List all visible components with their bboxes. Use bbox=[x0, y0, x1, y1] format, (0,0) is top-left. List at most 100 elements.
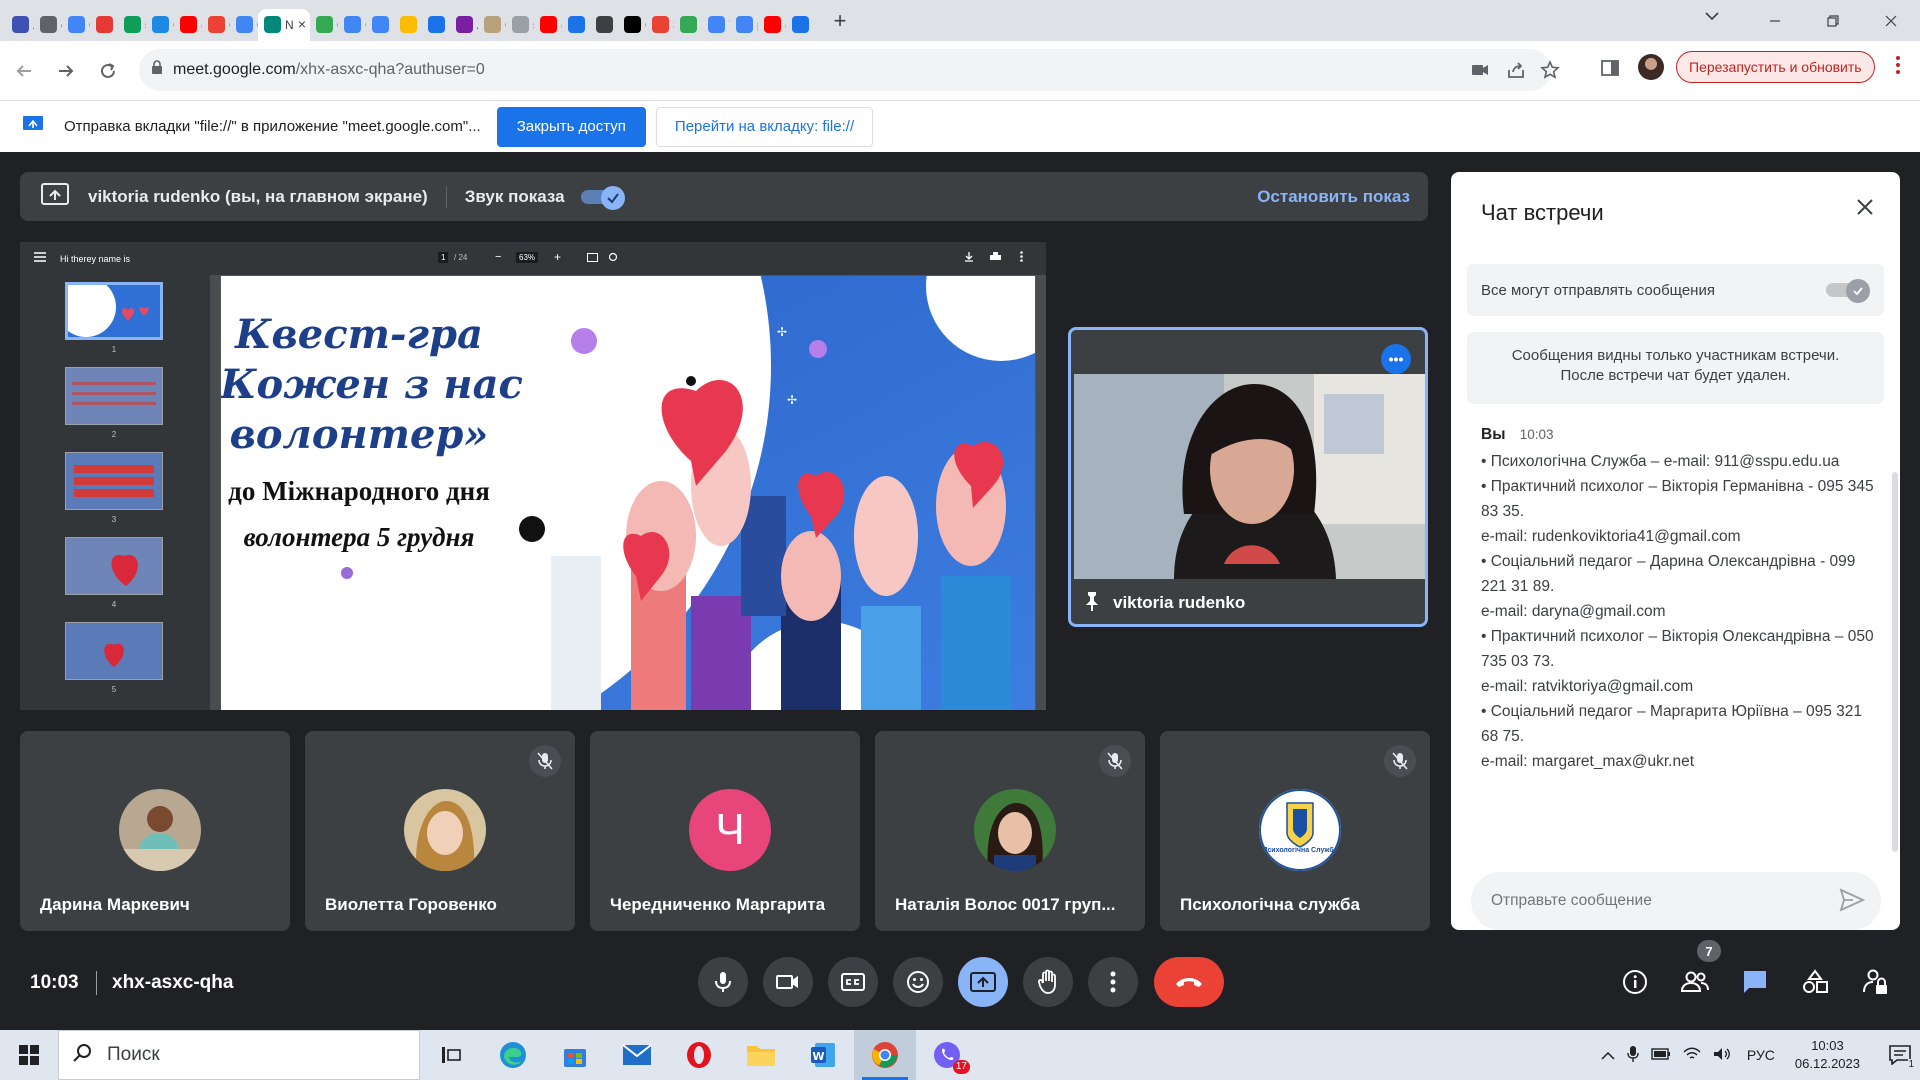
file-explorer-icon[interactable] bbox=[730, 1030, 792, 1080]
pdf-menu-icon[interactable] bbox=[34, 252, 46, 265]
browser-tab[interactable]: F bbox=[394, 9, 422, 41]
camera-button[interactable] bbox=[763, 957, 813, 1007]
browser-tab[interactable]: H bbox=[786, 9, 814, 41]
participant-tile[interactable]: Дарина Маркевич bbox=[20, 731, 290, 931]
fit-page-icon[interactable] bbox=[587, 253, 598, 265]
zoom-out-icon[interactable]: − bbox=[495, 251, 501, 263]
browser-tab[interactable]: Г bbox=[562, 9, 590, 41]
viber-icon[interactable]: 17 bbox=[916, 1030, 978, 1080]
participant-tile[interactable]: Наталія Волос 0017 груп... bbox=[875, 731, 1145, 931]
thumbnail-page-4[interactable] bbox=[65, 537, 163, 595]
stop-presenting-button[interactable]: Остановить показ bbox=[1257, 187, 1410, 207]
send-icon[interactable] bbox=[1839, 888, 1866, 917]
volume-icon[interactable] bbox=[1713, 1047, 1731, 1064]
browser-tab[interactable]: K bbox=[366, 9, 394, 41]
browser-tab[interactable]: N × bbox=[258, 8, 310, 41]
share-audio-toggle[interactable] bbox=[580, 185, 625, 210]
message-input[interactable] bbox=[1491, 892, 1831, 910]
more-options-icon[interactable]: ••• bbox=[1381, 344, 1411, 374]
participant-tile[interactable]: Ч Чередниченко Маргарита bbox=[590, 731, 860, 931]
thumbnail-page-1[interactable] bbox=[56, 277, 163, 340]
browser-tab[interactable]: 7 bbox=[702, 9, 730, 41]
browser-tab[interactable]: ( bbox=[534, 9, 562, 41]
chevron-up-icon[interactable] bbox=[1601, 1047, 1615, 1063]
browser-menu-icon[interactable] bbox=[1896, 56, 1900, 78]
activities-button[interactable] bbox=[1797, 964, 1833, 1000]
browser-tab[interactable]: C bbox=[618, 9, 646, 41]
browser-tab[interactable]: B bbox=[674, 9, 702, 41]
side-panel-icon[interactable] bbox=[1600, 58, 1620, 83]
host-controls-button[interactable] bbox=[1857, 964, 1893, 1000]
wifi-icon[interactable] bbox=[1683, 1047, 1701, 1064]
relaunch-button[interactable]: Перезапустить и обновить bbox=[1676, 51, 1875, 83]
permission-toggle[interactable] bbox=[1826, 279, 1870, 303]
browser-tab[interactable]: K bbox=[90, 9, 118, 41]
raise-hand-button[interactable] bbox=[1023, 957, 1073, 1007]
browser-tab[interactable]: 3 bbox=[646, 9, 674, 41]
browser-tab[interactable]: C bbox=[230, 9, 258, 41]
zoom-in-icon[interactable]: + bbox=[554, 250, 561, 264]
message-composer[interactable] bbox=[1471, 872, 1881, 930]
restore-button[interactable] bbox=[1804, 0, 1862, 41]
pdf-scrollbar[interactable] bbox=[210, 275, 220, 710]
thumbnail-page-2[interactable] bbox=[65, 367, 163, 425]
opera-icon[interactable] bbox=[668, 1030, 730, 1080]
browser-tab[interactable]: C bbox=[310, 9, 338, 41]
thumbnail-page-5[interactable] bbox=[65, 622, 163, 680]
word-icon[interactable]: W bbox=[792, 1030, 854, 1080]
browser-tab[interactable]: ( bbox=[174, 9, 202, 41]
browser-tab[interactable]: p bbox=[730, 9, 758, 41]
browser-tab[interactable]: C bbox=[62, 9, 90, 41]
participant-tile[interactable]: Виолетта Горовенко bbox=[305, 731, 575, 931]
address-bar[interactable]: meet.google.com/xhx-asxc-qha?authuser=0 bbox=[139, 49, 1560, 91]
browser-tab[interactable]: C bbox=[338, 9, 366, 41]
more-options-button[interactable] bbox=[1088, 957, 1138, 1007]
chrome-icon[interactable] bbox=[854, 1030, 916, 1080]
browser-tab[interactable]: Z bbox=[6, 9, 34, 41]
people-button[interactable] bbox=[1677, 964, 1713, 1000]
minimize-button[interactable] bbox=[1746, 0, 1804, 41]
download-icon[interactable] bbox=[964, 252, 974, 265]
present-button[interactable] bbox=[958, 957, 1008, 1007]
pdf-zoom-input[interactable]: 63% bbox=[516, 252, 539, 263]
mail-icon[interactable] bbox=[606, 1030, 668, 1080]
microphone-icon[interactable] bbox=[1627, 1045, 1639, 1066]
rotate-icon[interactable] bbox=[608, 252, 618, 265]
taskbar-search[interactable]: Поиск bbox=[58, 1030, 420, 1080]
browser-tab[interactable]: A bbox=[450, 9, 478, 41]
browser-tab[interactable]: E bbox=[590, 9, 618, 41]
participant-tile[interactable]: Психологічна Служба Психологічна служба bbox=[1160, 731, 1430, 931]
browser-tab[interactable]: C bbox=[146, 9, 174, 41]
browser-tab[interactable]: s bbox=[118, 9, 146, 41]
browser-tab[interactable]: s bbox=[506, 9, 534, 41]
chat-scrollbar[interactable] bbox=[1892, 472, 1898, 852]
close-tab-icon[interactable]: × bbox=[298, 16, 306, 32]
bookmark-star-icon[interactable] bbox=[1540, 59, 1560, 85]
browser-tab[interactable]: ( bbox=[758, 9, 786, 41]
thumbnail-page-3[interactable] bbox=[65, 452, 163, 510]
battery-icon[interactable] bbox=[1651, 1047, 1671, 1063]
start-button[interactable] bbox=[0, 1030, 58, 1080]
close-window-button[interactable] bbox=[1862, 0, 1920, 41]
presenter-tile[interactable]: ••• viktoria rudenko bbox=[1068, 327, 1428, 627]
print-icon[interactable] bbox=[990, 252, 1001, 265]
captions-button[interactable] bbox=[828, 957, 878, 1007]
browser-tab[interactable]: C bbox=[478, 9, 506, 41]
notifications-icon[interactable]: 1 bbox=[1880, 1030, 1920, 1080]
share-icon[interactable] bbox=[1506, 60, 1526, 85]
edge-icon[interactable] bbox=[482, 1030, 544, 1080]
back-button[interactable] bbox=[6, 53, 42, 89]
go-to-tab-button[interactable]: Перейти на вкладку: file:// bbox=[655, 106, 874, 147]
browser-tab[interactable]: e bbox=[34, 9, 62, 41]
meeting-details-button[interactable] bbox=[1617, 964, 1653, 1000]
pdf-more-icon[interactable] bbox=[1020, 251, 1023, 265]
forward-button[interactable] bbox=[48, 53, 84, 89]
new-tab-button[interactable]: + bbox=[826, 8, 854, 34]
reactions-button[interactable] bbox=[893, 957, 943, 1007]
stop-sharing-button[interactable]: Закрыть доступ bbox=[496, 106, 646, 147]
microphone-button[interactable] bbox=[698, 957, 748, 1007]
pdf-scrollbar-right[interactable] bbox=[1036, 275, 1046, 710]
browser-tab[interactable]: C bbox=[202, 9, 230, 41]
ms-store-icon[interactable] bbox=[544, 1030, 606, 1080]
input-language[interactable]: РУС bbox=[1747, 1047, 1775, 1063]
